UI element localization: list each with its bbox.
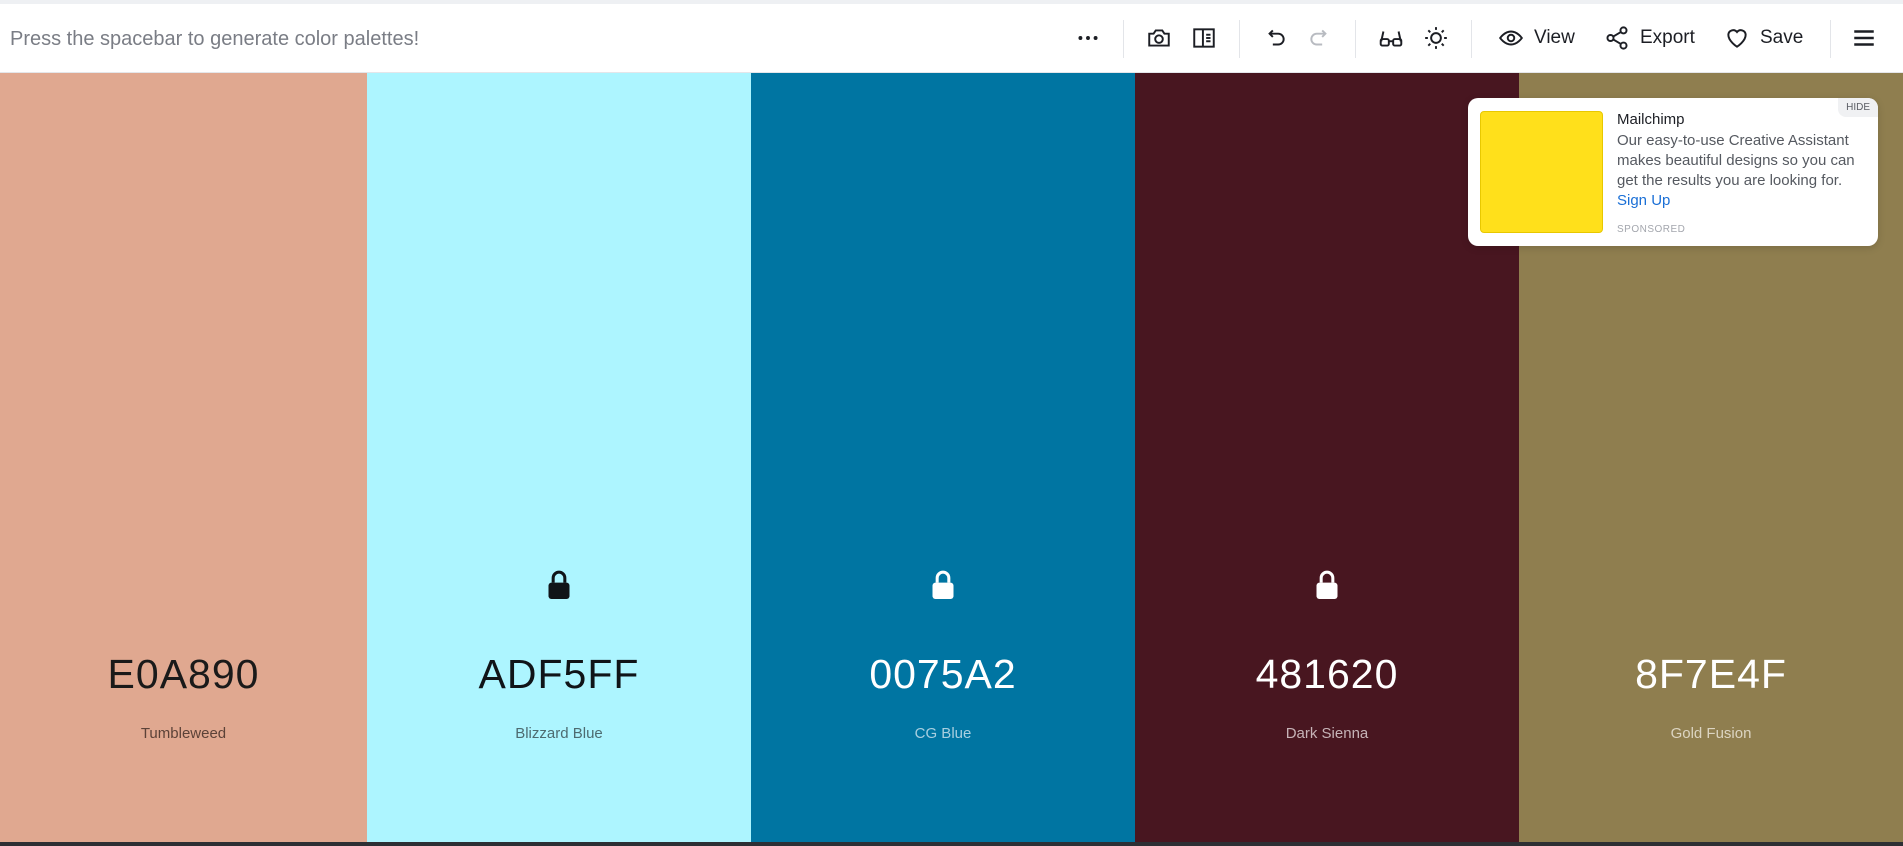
hex-code[interactable]: E0A890 (0, 651, 367, 698)
menu-icon[interactable] (1850, 24, 1878, 52)
share-icon (1606, 26, 1628, 50)
toolbar-divider (1830, 20, 1831, 58)
export-label: Export (1640, 27, 1695, 48)
redo-icon[interactable] (1306, 24, 1334, 52)
save-button[interactable]: Save (1724, 22, 1803, 54)
hide-ad-button[interactable]: HIDE (1838, 98, 1878, 117)
color-swatch[interactable]: ADF5FF Blizzard Blue (367, 73, 751, 842)
toolbar: Press the spacebar to generate color pal… (0, 0, 1903, 73)
hex-code[interactable]: 0075A2 (751, 651, 1135, 698)
ad-text: Our easy-to-use Creative Assistant makes… (1617, 131, 1872, 211)
side-panel-icon[interactable] (1190, 24, 1218, 52)
color-swatch[interactable]: E0A890 Tumbleweed (0, 73, 367, 842)
spacebar-hint: Press the spacebar to generate color pal… (10, 28, 420, 50)
toolbar-divider (1239, 20, 1240, 58)
view-button[interactable]: View (1498, 22, 1575, 54)
lock-icon[interactable] (929, 568, 957, 602)
ad-image[interactable] (1480, 111, 1603, 233)
sign-up-link[interactable]: Sign Up (1617, 192, 1670, 209)
hex-code[interactable]: 481620 (1135, 651, 1519, 698)
ad-title[interactable]: Mailchimp (1617, 111, 1685, 128)
lock-icon[interactable] (1313, 568, 1341, 602)
lock-icon[interactable] (545, 568, 573, 602)
sponsored-label: SPONSORED (1617, 224, 1686, 235)
more-icon[interactable] (1074, 24, 1102, 52)
brightness-icon[interactable] (1422, 24, 1450, 52)
toolbar-divider (1471, 20, 1472, 58)
camera-icon[interactable] (1145, 24, 1173, 52)
bottom-edge (0, 842, 1903, 846)
color-name[interactable]: CG Blue (751, 725, 1135, 742)
color-name[interactable]: Dark Sienna (1135, 725, 1519, 742)
sponsored-ad: Mailchimp Our easy-to-use Creative Assis… (1468, 98, 1878, 246)
toolbar-divider (1355, 20, 1356, 58)
heart-icon (1727, 29, 1747, 48)
color-name[interactable]: Blizzard Blue (367, 725, 751, 742)
color-swatch[interactable]: 0075A2 CG Blue (751, 73, 1135, 842)
toolbar-divider (1123, 20, 1124, 58)
undo-icon[interactable] (1261, 24, 1289, 52)
color-name[interactable]: Tumbleweed (0, 725, 367, 742)
export-button[interactable]: Export (1604, 22, 1695, 54)
eye-icon (1498, 30, 1524, 46)
color-name[interactable]: Gold Fusion (1519, 725, 1903, 742)
color-swatch[interactable]: 481620 Dark Sienna (1135, 73, 1519, 842)
hex-code[interactable]: 8F7E4F (1519, 651, 1903, 698)
hex-code[interactable]: ADF5FF (367, 651, 751, 698)
glasses-icon[interactable] (1377, 24, 1405, 52)
save-label: Save (1760, 27, 1804, 48)
view-label: View (1534, 27, 1575, 48)
ad-description: Our easy-to-use Creative Assistant makes… (1617, 132, 1855, 189)
